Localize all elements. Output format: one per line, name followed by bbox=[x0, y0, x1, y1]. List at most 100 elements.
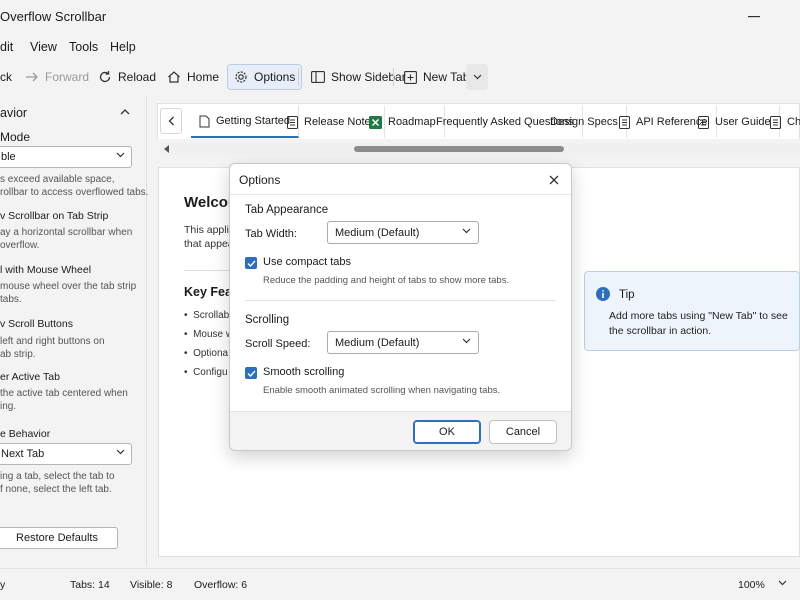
sidebar-icon bbox=[311, 71, 325, 83]
tip-title: Tip bbox=[619, 289, 635, 301]
smooth-scrolling-label[interactable]: Smooth scrolling bbox=[263, 366, 344, 378]
page-paragraph-2: that appea bbox=[184, 238, 234, 250]
page-paragraph-1: This applic bbox=[184, 224, 235, 236]
zoom-level[interactable]: 100% bbox=[738, 579, 765, 591]
mode-value: ble bbox=[1, 151, 16, 163]
smooth-scrolling-checkbox[interactable] bbox=[245, 367, 257, 379]
list-item: • Configu bbox=[184, 367, 228, 378]
settings-sidebar: avior Mode ble s exceed available space,… bbox=[0, 96, 149, 566]
new-tab-dropdown[interactable] bbox=[466, 64, 488, 90]
mode-label: Mode bbox=[0, 130, 31, 144]
show-scrollbar-desc-2: overflow. bbox=[0, 240, 40, 251]
scroll-speed-value: Medium (Default) bbox=[335, 337, 420, 349]
ok-button[interactable]: OK bbox=[413, 420, 481, 444]
center-active-desc-2: ing. bbox=[0, 401, 17, 412]
scroll-buttons-title[interactable]: v Scroll Buttons bbox=[0, 318, 73, 330]
close-behavior-desc-1: ing a tab, select the tab to bbox=[0, 471, 115, 482]
show-scrollbar-title[interactable]: v Scrollbar on Tab Strip bbox=[0, 210, 108, 222]
plus-box-icon bbox=[404, 70, 417, 84]
center-active-title[interactable]: er Active Tab bbox=[0, 371, 60, 383]
mode-select[interactable]: ble bbox=[0, 146, 132, 168]
tab-label: Design Specs bbox=[550, 116, 618, 128]
close-behavior-label: e Behavior bbox=[0, 428, 51, 440]
scrollbar-thumb[interactable] bbox=[354, 146, 564, 152]
toolbar-divider bbox=[393, 68, 394, 86]
menu-help[interactable]: Help bbox=[110, 40, 136, 54]
arrow-right-icon bbox=[25, 71, 39, 83]
chevron-down-icon bbox=[116, 449, 125, 455]
reload-icon bbox=[98, 70, 112, 84]
forward-button[interactable]: Forward bbox=[19, 64, 95, 90]
forward-label: Forward bbox=[45, 70, 90, 84]
list-item: • Scrollab bbox=[184, 310, 230, 321]
show-scrollbar-desc-1: ay a horizontal scrollbar when bbox=[0, 227, 133, 238]
scroll-speed-label: Scroll Speed: bbox=[245, 338, 311, 350]
chevron-down-icon bbox=[116, 152, 125, 158]
document-icon bbox=[770, 115, 781, 129]
tab-appearance-heading: Tab Appearance bbox=[245, 204, 329, 216]
options-label: Options bbox=[254, 70, 296, 84]
close-behavior-desc-2: f none, select the left tab. bbox=[0, 484, 112, 495]
restore-defaults-button[interactable]: Restore Defaults bbox=[0, 527, 118, 549]
tabs-count: Tabs: 14 bbox=[70, 579, 110, 591]
show-sidebar-button[interactable]: Show Sidebar bbox=[305, 64, 412, 90]
scroll-left-button[interactable] bbox=[160, 108, 182, 134]
toolbar: ck Forward Reload Home Options Show Side… bbox=[0, 62, 800, 92]
cancel-button[interactable]: Cancel bbox=[489, 420, 557, 444]
show-sidebar-label: Show Sidebar bbox=[331, 70, 406, 84]
toolbar-divider bbox=[298, 68, 299, 86]
scroll-left-arrow-icon[interactable] bbox=[164, 145, 170, 153]
document-icon bbox=[199, 115, 210, 128]
notes-icon bbox=[287, 115, 298, 129]
home-label: Home bbox=[187, 70, 220, 84]
dialog-header-divider bbox=[230, 194, 571, 195]
window-title: Overflow Scrollbar bbox=[0, 9, 107, 24]
dialog-title: Options bbox=[239, 173, 281, 187]
mode-desc-2: rollbar to access overflowed tabs. bbox=[0, 187, 149, 198]
tab-strip-scrollbar[interactable] bbox=[160, 143, 800, 155]
status-bar: y Tabs: 14 Visible: 8 Overflow: 6 100% bbox=[0, 568, 800, 600]
mouse-wheel-desc-2: tabs. bbox=[0, 294, 22, 305]
chevron-down-icon bbox=[462, 338, 471, 344]
reload-button[interactable]: Reload bbox=[92, 64, 162, 90]
close-icon[interactable] bbox=[546, 172, 562, 188]
scroll-buttons-desc-1: left and right buttons on bbox=[0, 336, 105, 347]
tip-box: Tip Add more tabs using "New Tab" to see… bbox=[584, 271, 800, 351]
menu-tools[interactable]: Tools bbox=[69, 40, 98, 54]
back-button[interactable]: ck bbox=[0, 64, 18, 90]
compact-tabs-label[interactable]: Use compact tabs bbox=[263, 256, 351, 268]
document-icon bbox=[698, 115, 709, 129]
tip-body: Add more tabs using "New Tab" to see the… bbox=[609, 310, 788, 337]
chevron-down-icon bbox=[462, 228, 471, 234]
gear-icon bbox=[234, 70, 248, 84]
status-text: y bbox=[0, 579, 6, 591]
visible-count: Visible: 8 bbox=[130, 579, 173, 591]
close-behavior-select[interactable]: Next Tab bbox=[0, 443, 132, 465]
options-button[interactable]: Options bbox=[227, 64, 303, 90]
mouse-wheel-title[interactable]: l with Mouse Wheel bbox=[0, 264, 91, 276]
list-item: • Optiona bbox=[184, 348, 229, 359]
tab-width-select[interactable]: Medium (Default) bbox=[327, 221, 479, 244]
home-button[interactable]: Home bbox=[161, 64, 225, 90]
chevron-down-icon[interactable] bbox=[778, 580, 787, 586]
smooth-scrolling-hint: Enable smooth animated scrolling when na… bbox=[263, 385, 501, 396]
center-active-desc-1: the active tab centered when bbox=[0, 388, 128, 399]
mouse-wheel-desc-1: mouse wheel over the tab strip bbox=[0, 281, 137, 292]
chevron-up-icon[interactable] bbox=[120, 108, 130, 115]
tab-label: Chang bbox=[787, 116, 800, 128]
scroll-speed-select[interactable]: Medium (Default) bbox=[327, 331, 479, 354]
close-behavior-value: Next Tab bbox=[1, 448, 45, 460]
tab-changelog[interactable]: Chang bbox=[762, 106, 800, 138]
scrolling-heading: Scrolling bbox=[245, 314, 290, 326]
reload-label: Reload bbox=[118, 70, 157, 84]
excel-icon bbox=[369, 115, 382, 129]
compact-tabs-checkbox[interactable] bbox=[245, 257, 257, 269]
document-icon bbox=[619, 115, 630, 129]
menu-bar: dit View Tools Help bbox=[0, 36, 800, 58]
menu-edit[interactable]: dit bbox=[0, 40, 13, 54]
menu-view[interactable]: View bbox=[30, 40, 57, 54]
minimize-icon[interactable] bbox=[744, 8, 764, 26]
new-tab-button[interactable]: New Tab bbox=[398, 64, 475, 90]
new-tab-label: New Tab bbox=[423, 70, 470, 84]
back-label: ck bbox=[0, 70, 12, 84]
